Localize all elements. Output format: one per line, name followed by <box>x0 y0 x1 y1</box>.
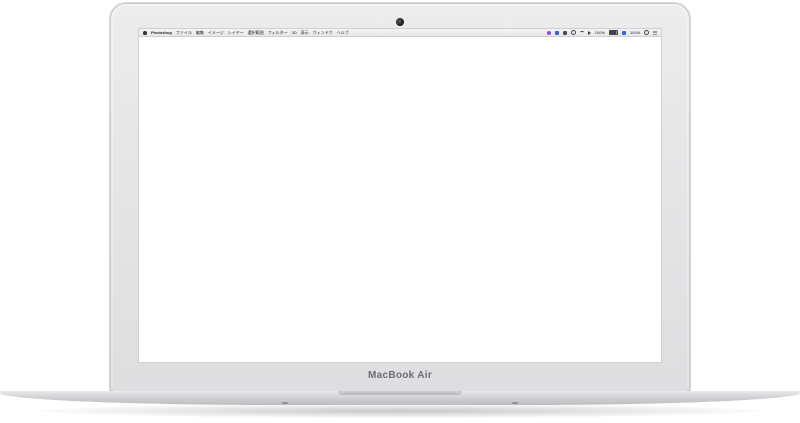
menu-item-file[interactable]: ファイル <box>176 30 192 36</box>
screen: Photoshop ファイル 編集 イメージ レイヤー 選択範囲 フィルター 3… <box>139 29 661 362</box>
menu-item-image[interactable]: イメージ <box>208 30 224 36</box>
battery-percent: 100% <box>594 30 605 35</box>
menu-left: Photoshop ファイル 編集 イメージ レイヤー 選択範囲 フィルター 3… <box>143 30 349 36</box>
hinge-notch <box>338 391 462 395</box>
laptop-foot <box>282 402 288 404</box>
brand-label: MacBook Air <box>367 370 433 381</box>
laptop-shadow <box>40 404 760 418</box>
purple-app-icon[interactable] <box>546 30 551 35</box>
speaker-icon[interactable] <box>587 30 591 35</box>
input-method-icon[interactable] <box>621 30 626 35</box>
menu-item-filter[interactable]: フィルター <box>268 30 288 36</box>
menu-item-3d[interactable]: 3D <box>292 30 297 35</box>
menu-bar: Photoshop ファイル 編集 イメージ レイヤー 選択範囲 フィルター 3… <box>139 29 661 37</box>
menu-item-view[interactable]: 表示 <box>301 30 309 36</box>
display-icon[interactable] <box>562 30 567 35</box>
search-icon[interactable] <box>644 30 649 35</box>
menu-status-area: 100% 19:54 <box>546 30 657 35</box>
menu-app-name[interactable]: Photoshop <box>151 30 172 35</box>
wifi-icon[interactable] <box>579 31 584 34</box>
menu-item-edit[interactable]: 編集 <box>196 30 204 36</box>
blue-app-icon[interactable] <box>554 30 559 35</box>
menu-item-layer[interactable]: レイヤー <box>228 30 244 36</box>
battery-icon[interactable] <box>608 30 618 35</box>
menu-clock[interactable]: 19:54 <box>630 30 640 35</box>
notification-list-icon[interactable] <box>653 30 657 35</box>
laptop-scene: MacBook Air Photoshop ファイル 編集 イメージ レイヤー … <box>0 0 800 423</box>
circle-icon[interactable] <box>570 30 576 35</box>
menu-item-help[interactable]: ヘルプ <box>337 30 349 36</box>
menu-item-window[interactable]: ウィンドウ <box>313 30 333 36</box>
menu-item-select[interactable]: 選択範囲 <box>248 30 264 36</box>
laptop-foot <box>512 402 518 404</box>
apple-icon[interactable] <box>143 30 147 35</box>
camera-icon <box>396 18 404 26</box>
